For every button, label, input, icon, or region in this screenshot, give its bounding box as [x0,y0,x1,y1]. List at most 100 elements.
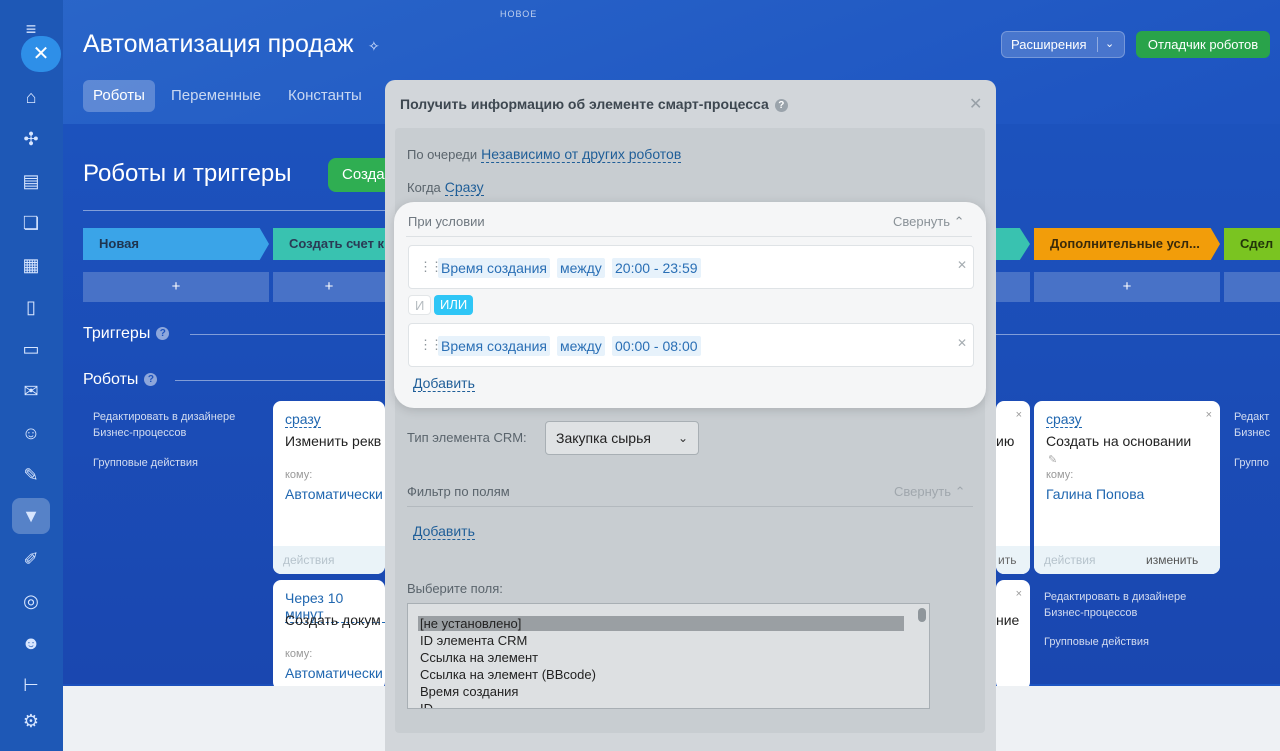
pencil-icon[interactable]: ✎ [1048,453,1057,466]
add-robot-additional[interactable]: + [1034,272,1220,302]
tasks-icon[interactable]: ✣ [20,128,42,150]
logic-or-toggle[interactable]: ИЛИ [434,295,474,315]
home-icon[interactable]: ⌂ [20,86,42,108]
mail-icon[interactable]: ✉ [20,380,42,402]
remove-condition-icon[interactable]: ✕ [957,258,967,272]
chevron-down-icon: ⌄ [677,431,688,445]
list-item[interactable]: Ссылка на элемент [420,650,538,665]
robot-card[interactable]: сразу Изменить рекв кому: Автоматически … [273,401,385,574]
filter-collapse-link[interactable]: Свернуть ⌃ [894,484,966,500]
robot-actions-link[interactable]: действия [1044,546,1095,574]
tab-robots[interactable]: Роботы [83,80,155,112]
robot-assignee[interactable]: Автоматически [285,665,383,681]
fields-listbox[interactable]: [не установлено] ID элемента CRM Ссылка … [407,603,930,709]
edit-in-designer-link-right[interactable]: Редакт Бизнес [1234,409,1280,441]
group-actions-link-right[interactable]: Группо [1234,455,1269,471]
sign-icon[interactable]: ✎ [20,464,42,486]
add-robot-new[interactable]: + [83,272,269,302]
filter-add-link[interactable]: Добавить [413,523,475,540]
list-item[interactable]: ID элемента CRM [420,633,527,648]
extensions-button[interactable]: Расширения ⌄ [1001,31,1125,58]
condition-row[interactable]: ⋮⋮ Время создания между 20:00 - 23:59 ✕ [408,245,974,289]
robot-icon[interactable]: ☻ [20,632,42,654]
triggers-divider [190,334,385,335]
help-icon[interactable]: ? [774,98,788,112]
condition-operator-chip[interactable]: между [557,336,605,356]
logic-and-toggle[interactable]: И [408,295,432,315]
funnel-icon[interactable]: ▼ [20,505,42,527]
help-icon[interactable]: ? [156,327,170,341]
stage-new[interactable]: Новая [83,228,269,260]
when-label: Когда [407,180,441,195]
queue-value-link[interactable]: Независимо от других роботов [481,146,682,163]
list-item[interactable]: Ссылка на элемент (BBcode) [420,667,596,682]
robot-footer[interactable]: действия [273,546,385,574]
target-icon[interactable]: ◎ [20,590,42,612]
close-icon[interactable]: × [1206,409,1212,421]
scrollbar[interactable] [918,608,926,622]
edit-doc-icon[interactable]: ✐ [20,548,42,570]
document-icon[interactable]: ▯ [20,296,42,318]
close-icon[interactable]: × [1016,409,1022,421]
card-icon[interactable]: ▭ [20,338,42,360]
pin-icon[interactable]: ✧ [368,38,380,55]
chat-icon[interactable]: ❏ [20,212,42,234]
gear-icon[interactable]: ⚙ [20,710,42,732]
condition-value-chip[interactable]: 20:00 - 23:59 [612,258,701,278]
help-icon[interactable]: ? [144,373,158,387]
filter-label: Фильтр по полям [407,484,510,499]
when-value-link[interactable]: Сразу [444,179,484,196]
robot-when-link[interactable]: сразу [1046,411,1082,428]
add-robot-partial[interactable] [996,272,1030,302]
condition-value-chip[interactable]: 00:00 - 08:00 [612,336,701,356]
stage-additional[interactable]: Дополнительные усл... [1034,228,1220,260]
stage-deal[interactable]: Сдел [1224,228,1280,260]
edit-in-designer-link-col[interactable]: Редактировать в дизайнере Бизнес-процесс… [1044,589,1214,621]
tab-variables[interactable]: Переменные [161,80,271,112]
group-actions-link-col[interactable]: Групповые действия [1044,634,1149,650]
condition-panel: При условии Свернуть ⌃ ⋮⋮ Время создания… [394,202,986,408]
list-item[interactable]: ID [420,701,433,708]
stage-create-invoice[interactable]: Создать счет к [273,228,385,260]
condition-field-chip[interactable]: Время создания [438,258,550,278]
filter-divider [407,506,973,507]
robot-assignee[interactable]: Автоматически [285,486,383,502]
remove-condition-icon[interactable]: ✕ [957,336,967,350]
robot-card[interactable]: × сразу Создать на основании ✎ кому: Гал… [1034,401,1220,574]
tab-constants[interactable]: Константы [278,80,372,112]
list-item[interactable]: [не установлено] [418,616,904,631]
robot-debugger-button[interactable]: Отладчик роботов [1136,31,1270,58]
add-condition-link[interactable]: Добавить [413,375,475,392]
ruler-icon[interactable]: ⊢ [20,674,42,696]
robot-card-partial[interactable]: × ию ить [996,401,1030,574]
chevron-down-icon[interactable]: ⌄ [1105,32,1114,57]
calendar-icon[interactable]: ▦ [20,254,42,276]
condition-row[interactable]: ⋮⋮ Время создания между 00:00 - 08:00 ✕ [408,323,974,367]
robot-when-link[interactable]: сразу [285,411,321,428]
fields-label: Выберите поля: [407,581,503,596]
condition-collapse-link[interactable]: Свернуть ⌃ [893,214,965,230]
robot-card[interactable]: Через 10 минут Создать докум кому: Автом… [273,580,385,690]
close-slider-button[interactable]: ✕ [21,36,61,72]
contacts-icon[interactable]: ☺ [20,422,42,444]
condition-field-chip[interactable]: Время создания [438,336,550,356]
new-label: НОВОЕ [500,9,538,19]
edit-in-designer-link[interactable]: Редактировать в дизайнере Бизнес-процесс… [93,409,263,441]
condition-operator-chip[interactable]: между [557,258,605,278]
group-actions-link[interactable]: Групповые действия [93,455,198,471]
queue-row: По очереди Независимо от других роботов [407,146,682,163]
robot-footer-partial[interactable]: ить [996,546,1030,574]
robot-edit-link[interactable]: изменить [1146,546,1198,574]
crm-type-select[interactable]: Закупка сырья ⌄ [545,421,699,455]
extensions-label: Расширения [1011,37,1087,52]
feed-icon[interactable]: ▤ [20,170,42,192]
list-item[interactable]: Время создания [420,684,518,699]
robot-assignee[interactable]: Галина Попова [1046,486,1144,502]
robots-label: Роботы [83,371,139,388]
add-robot-deal[interactable] [1224,272,1280,302]
condition-collapse-text: Свернуть [893,214,951,229]
close-icon[interactable]: × [1016,588,1022,600]
close-icon[interactable]: ✕ [969,94,982,114]
robot-card-partial[interactable]: × ние [996,580,1030,690]
add-robot-invoice[interactable]: + [273,272,385,302]
